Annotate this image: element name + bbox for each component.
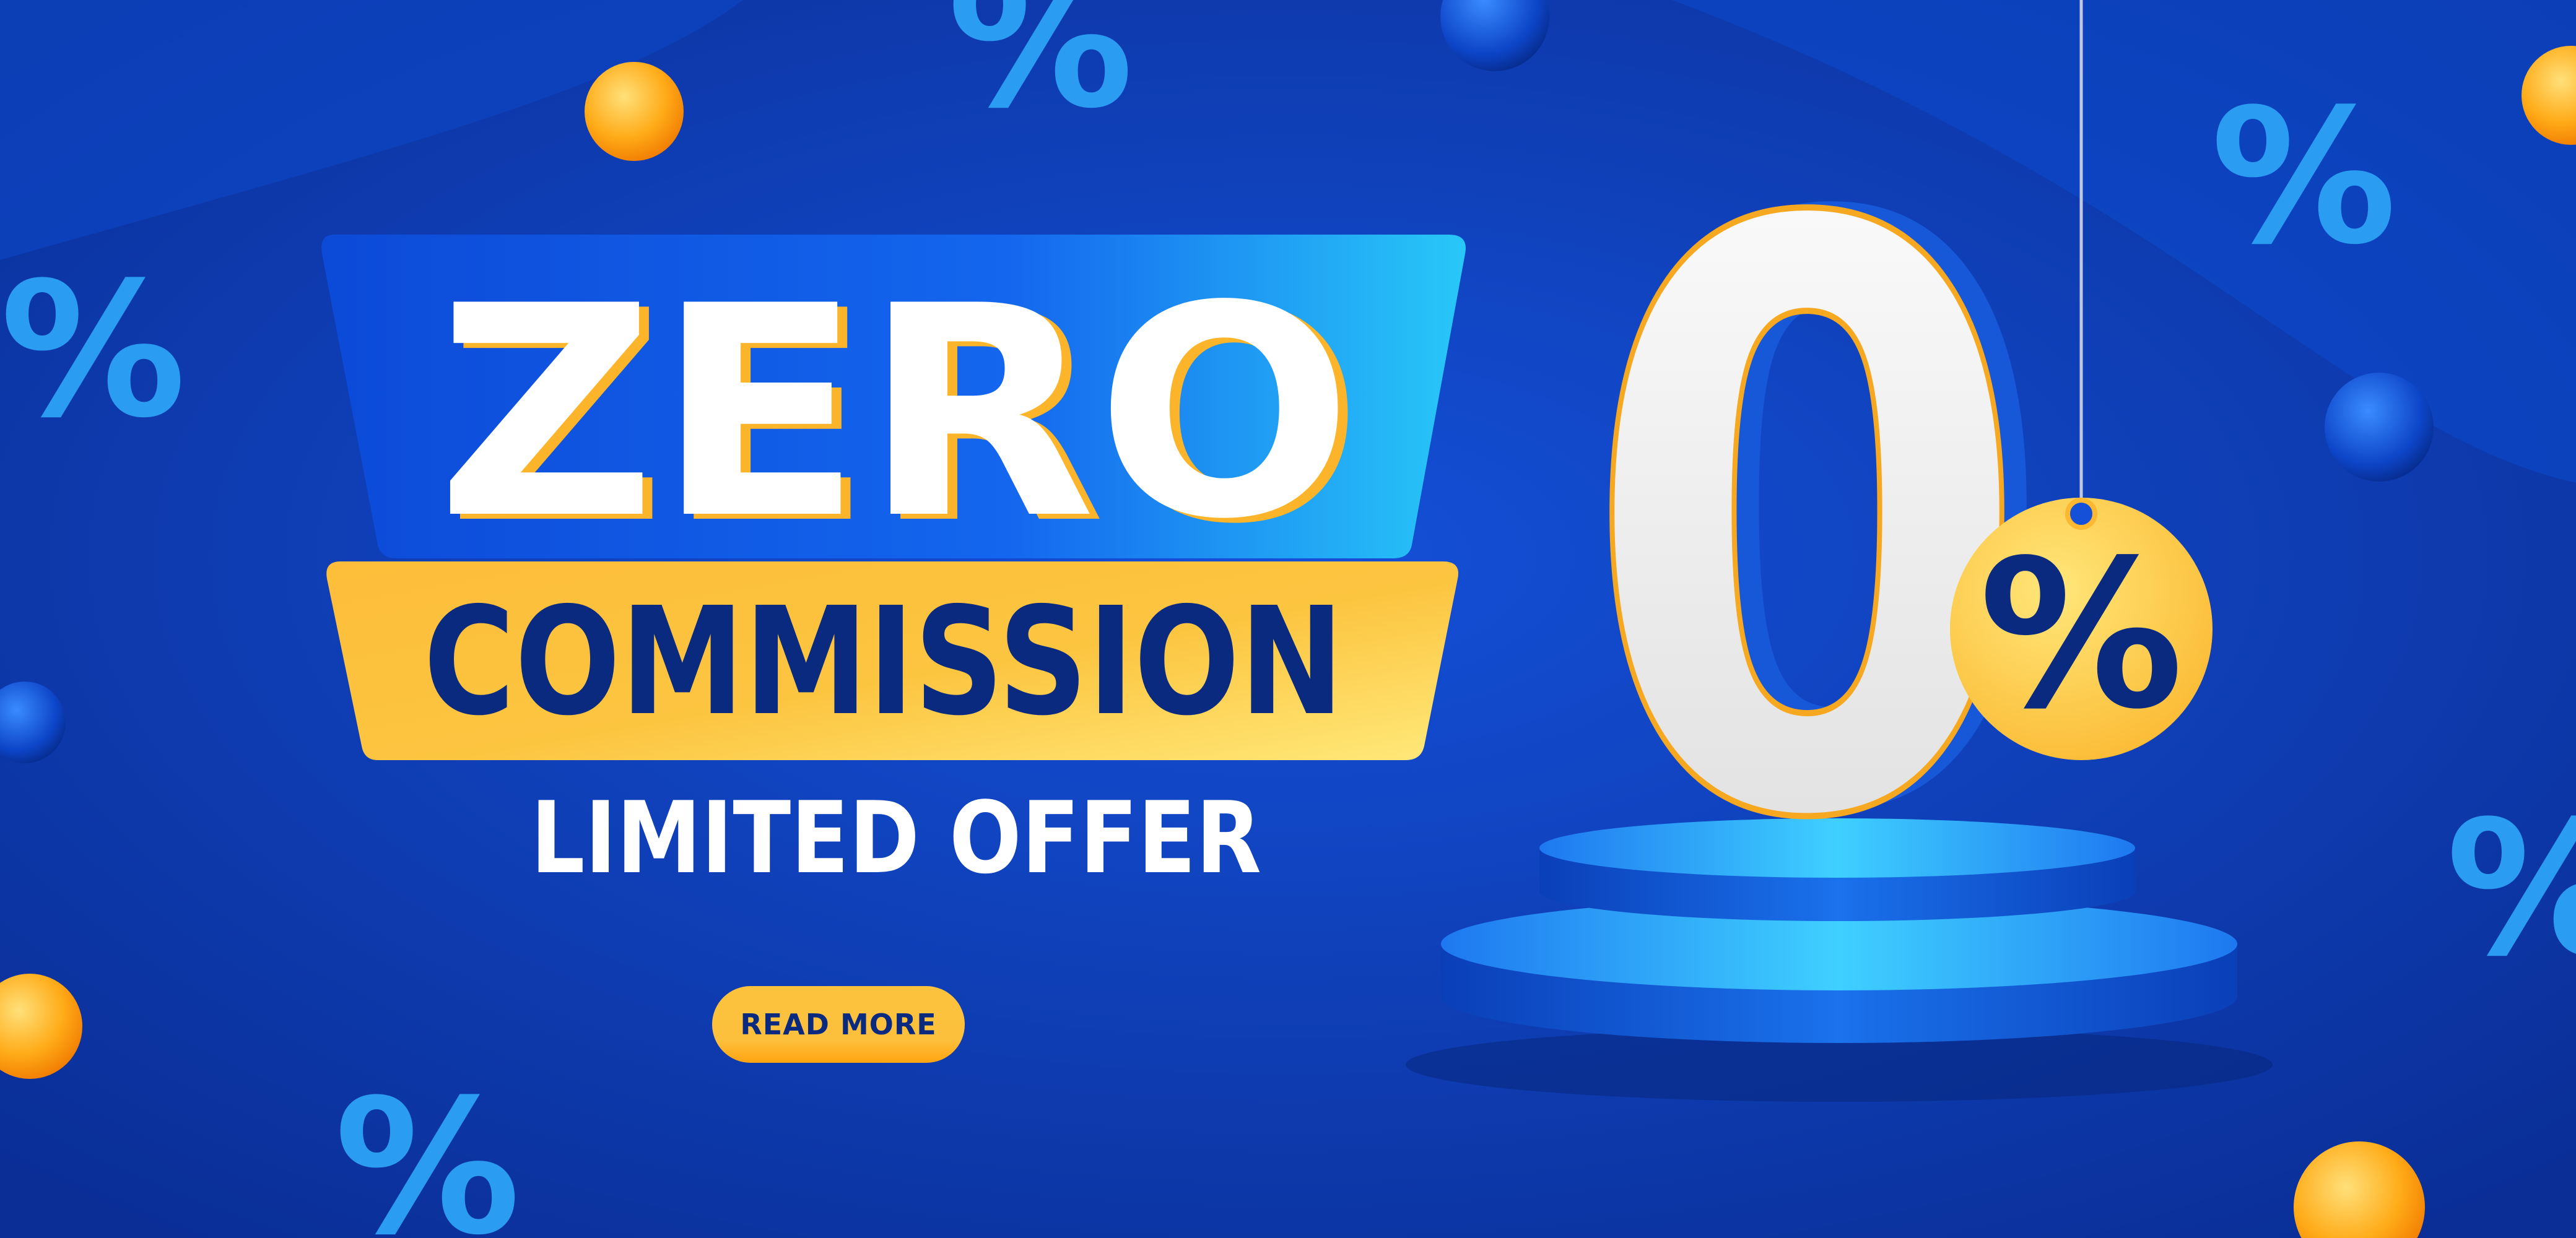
- subheadline-text: COMMISSION: [424, 575, 1344, 748]
- percent-tag-symbol: %: [1979, 516, 2184, 754]
- orange-orb: [585, 62, 684, 161]
- percent-icon: %: [2211, 69, 2397, 285]
- promo-banner: % % % % % ZERO ZERO COMMISSION LIMITED O…: [0, 0, 2576, 1238]
- read-more-button[interactable]: READ MORE: [712, 986, 965, 1063]
- percent-icon: %: [334, 1060, 521, 1238]
- big-zero: 0: [1581, 58, 2033, 995]
- banner-artwork: % % % % % ZERO ZERO COMMISSION LIMITED O…: [0, 0, 2576, 1238]
- percent-icon: %: [947, 0, 1134, 149]
- percent-icon: %: [2446, 781, 2576, 997]
- headline-text: ZERO: [437, 244, 1353, 582]
- tagline-text: LIMITED OFFER: [531, 780, 1261, 896]
- percent-icon: %: [0, 243, 186, 459]
- blue-orb: [2325, 373, 2434, 482]
